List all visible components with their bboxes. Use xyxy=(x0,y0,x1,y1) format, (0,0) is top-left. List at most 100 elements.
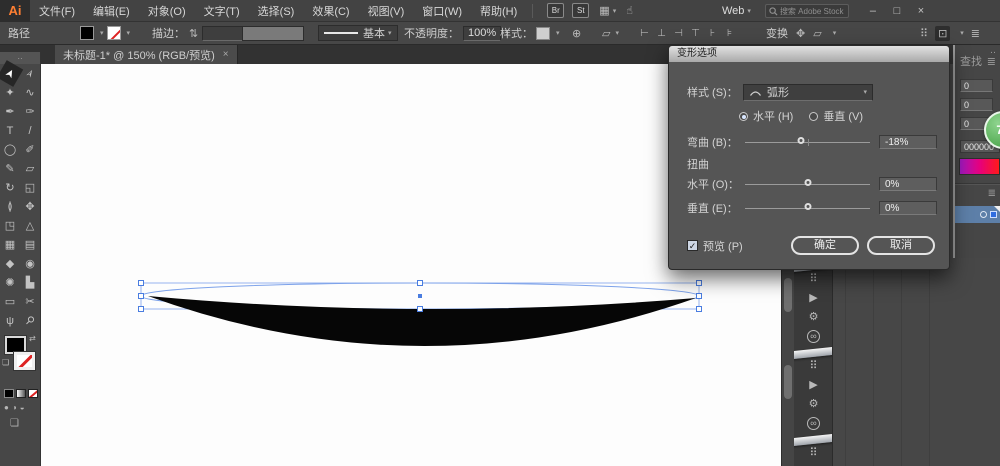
ellipse-tool[interactable]: ◯ xyxy=(0,140,20,159)
magic-wand-tool[interactable]: ✦ xyxy=(0,83,20,102)
fill-swatch[interactable] xyxy=(80,26,94,40)
chevron-down-icon[interactable]: ▾ xyxy=(556,29,560,37)
menu-item-3[interactable]: 文字(T) xyxy=(195,0,249,22)
align-icon-3[interactable]: ⊤ xyxy=(687,28,704,39)
document-setup-icon[interactable]: ⊕ xyxy=(572,27,581,40)
chevron-down-icon[interactable]: ▾ xyxy=(100,29,104,37)
draw-mode-icon-0[interactable]: ● xyxy=(4,403,9,412)
selected-layer-row[interactable] xyxy=(955,206,1000,223)
chevron-down-icon[interactable]: ▾ xyxy=(615,29,619,37)
dots-icon[interactable]: ⠿ xyxy=(794,270,833,289)
graph-tool[interactable]: ▙ xyxy=(20,273,40,292)
align-icon-4[interactable]: ⊦ xyxy=(704,28,721,39)
menu-item-6[interactable]: 视图(V) xyxy=(359,0,414,22)
transform-label[interactable]: 变换 xyxy=(766,25,788,41)
type-tool[interactable]: T xyxy=(0,121,20,140)
color-value-field-1[interactable]: 0 xyxy=(960,98,993,111)
shape-properties-icon[interactable]: ▱ xyxy=(602,27,610,40)
color-button[interactable] xyxy=(4,389,14,398)
menu-item-2[interactable]: 对象(O) xyxy=(139,0,195,22)
mesh-tool[interactable]: ▦ xyxy=(0,235,20,254)
bridge-button[interactable]: Br xyxy=(547,3,564,18)
distort-horizontal-knob[interactable] xyxy=(804,179,811,186)
cc-icon[interactable]: ∞ xyxy=(794,327,833,346)
panel-menu-icon[interactable]: ≣ xyxy=(987,55,996,68)
stroke-weight-field[interactable] xyxy=(202,26,244,41)
distort-horizontal-field[interactable]: 0% xyxy=(879,177,937,191)
snap-pixel-icon[interactable]: ⊡ xyxy=(935,26,950,41)
pen-tool[interactable]: ✒ xyxy=(0,102,20,121)
isolate-icon[interactable]: ▱ xyxy=(813,27,821,40)
menu-item-0[interactable]: 文件(F) xyxy=(30,0,84,22)
stepper-icon[interactable]: ⇅ xyxy=(189,27,198,40)
selection-square-icon[interactable] xyxy=(990,211,997,218)
rotate-tool[interactable]: ↻ xyxy=(0,178,20,197)
stroke-color-well[interactable] xyxy=(14,352,35,370)
symbol-sprayer-tool[interactable]: ✺ xyxy=(0,273,20,292)
cancel-button[interactable]: 取消 xyxy=(867,236,935,255)
play-icon[interactable]: ▶ xyxy=(794,289,833,308)
chevron-down-icon[interactable]: ▾ xyxy=(613,7,617,15)
horizontal-radio-label[interactable]: 水平 (H) xyxy=(753,108,793,124)
preview-checkbox[interactable]: ✓ xyxy=(687,240,698,251)
tab-close-icon[interactable]: × xyxy=(223,49,229,60)
warp-style-select[interactable]: 弧形 ▾ xyxy=(743,84,873,101)
bend-value-field[interactable]: -18% xyxy=(879,135,937,149)
chevron-down-icon[interactable]: ▾ xyxy=(833,29,837,37)
distort-vertical-field[interactable]: 0% xyxy=(879,201,937,215)
distort-vertical-slider[interactable] xyxy=(745,202,870,215)
shape-builder-tool[interactable]: ◳ xyxy=(0,216,20,235)
color-value-field-0[interactable]: 0 xyxy=(960,79,993,92)
arrange-documents-icon[interactable]: ▦ xyxy=(599,4,609,17)
restore-button[interactable]: □ xyxy=(885,5,909,17)
brush-definition-dropdown[interactable]: 基本 ▾ xyxy=(318,25,398,41)
dots-grid-icon[interactable]: ⠿ xyxy=(920,27,928,40)
bend-slider-knob[interactable] xyxy=(798,137,805,144)
opacity-field[interactable]: 100% xyxy=(463,26,501,41)
paintbrush-tool[interactable]: ✐ xyxy=(20,140,40,159)
align-icon-2[interactable]: ⊣ xyxy=(670,28,687,39)
align-icon-1[interactable]: ⊥ xyxy=(653,28,670,39)
scale-tool[interactable]: ◱ xyxy=(20,178,40,197)
draw-mode-icon-1[interactable]: ◑ xyxy=(12,403,17,412)
target-circle-icon[interactable] xyxy=(980,211,987,218)
distort-vertical-knob[interactable] xyxy=(804,203,811,210)
vertical-radio[interactable] xyxy=(809,112,818,121)
transform-icon[interactable]: ✥ xyxy=(796,27,805,40)
panel-grip-dots[interactable]: ‥ xyxy=(990,45,996,56)
distort-horizontal-slider[interactable] xyxy=(745,178,870,191)
center-anchor-point[interactable] xyxy=(418,294,422,298)
scrollbar-thumb[interactable] xyxy=(784,278,792,312)
default-swatches-icon[interactable]: ❏ xyxy=(2,358,9,367)
panel-menu-icon[interactable]: ≣ xyxy=(955,185,1000,202)
document-tab[interactable]: 未标题-1* @ 150% (RGB/预览) × xyxy=(55,45,238,64)
menu-item-7[interactable]: 窗口(W) xyxy=(413,0,471,22)
artboard-tool[interactable]: ▭ xyxy=(0,292,20,311)
draw-mode-icon-2[interactable]: ◒ xyxy=(20,403,25,412)
arc-warped-shape[interactable] xyxy=(148,296,696,346)
none-button[interactable] xyxy=(28,389,38,398)
workspace-switcher[interactable]: Web▾ xyxy=(722,5,751,17)
vertical-radio-label[interactable]: 垂直 (V) xyxy=(823,108,863,124)
gear-icon[interactable]: ⚙ xyxy=(794,395,833,414)
color-spectrum-bar[interactable] xyxy=(959,158,1000,175)
curvature-tool[interactable]: ✑ xyxy=(20,102,40,121)
menu-item-4[interactable]: 选择(S) xyxy=(249,0,304,22)
align-icon-0[interactable]: ⊢ xyxy=(636,28,653,39)
pencil-tool[interactable]: ✎ xyxy=(0,159,20,178)
lasso-tool[interactable]: ∿ xyxy=(20,83,40,102)
eyedropper-tool[interactable]: ◆ xyxy=(0,254,20,273)
blend-tool[interactable]: ◉ xyxy=(20,254,40,273)
app-logo[interactable]: Ai xyxy=(0,0,30,22)
panel-title[interactable]: 查找 xyxy=(960,53,982,69)
free-transform-tool[interactable]: ✥ xyxy=(20,197,40,216)
gradient-button[interactable] xyxy=(16,389,26,398)
horizontal-radio[interactable] xyxy=(739,112,748,121)
eraser-tool[interactable]: ▱ xyxy=(20,159,40,178)
ok-button[interactable]: 确定 xyxy=(791,236,859,255)
close-button[interactable]: × xyxy=(909,5,933,17)
preview-label[interactable]: 预览 (P) xyxy=(703,238,743,254)
dots-icon[interactable]: ⠿ xyxy=(794,444,833,463)
stock-button[interactable]: St xyxy=(572,3,589,18)
menu-item-1[interactable]: 编辑(E) xyxy=(84,0,139,22)
